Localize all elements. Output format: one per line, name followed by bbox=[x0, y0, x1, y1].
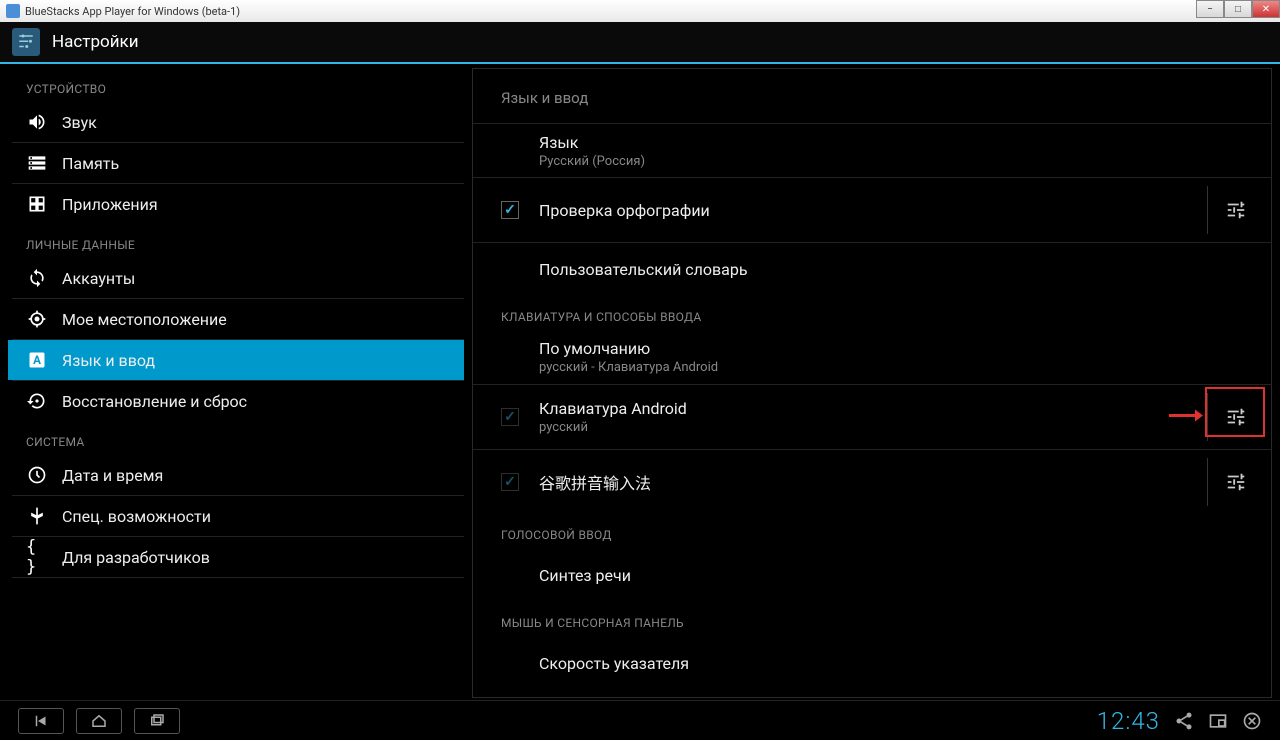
section-voice: ГОЛОСОВОЙ ВВОД bbox=[473, 514, 1271, 548]
sidebar-item-sound[interactable]: Звук bbox=[8, 102, 464, 142]
sidebar-item-accounts[interactable]: Аккаунты bbox=[8, 258, 464, 298]
category-system: СИСТЕМА bbox=[8, 421, 464, 455]
row-dictionary[interactable]: Пользовательский словарь bbox=[473, 242, 1271, 296]
maximize-button[interactable]: □ bbox=[1224, 0, 1252, 18]
row-pointer-speed[interactable]: Скорость указателя bbox=[473, 636, 1271, 690]
backup-icon bbox=[26, 390, 48, 412]
default-sub: русский - Клавиатура Android bbox=[539, 360, 1263, 375]
home-button[interactable] bbox=[76, 708, 122, 734]
sidebar-label: Спец. возможности bbox=[62, 507, 211, 526]
category-personal: ЛИЧНЫЕ ДАННЫЕ bbox=[8, 224, 464, 258]
default-title: По умолчанию bbox=[539, 339, 1263, 358]
android-kb-sub: русский bbox=[539, 420, 1207, 435]
row-spellcheck[interactable]: Проверка орфографии bbox=[473, 177, 1271, 242]
sidebar-item-location[interactable]: Мое местоположение bbox=[8, 299, 464, 339]
row-tts[interactable]: Синтез речи bbox=[473, 548, 1271, 602]
sidebar-label: Восстановление и сброс bbox=[62, 392, 247, 411]
sidebar-item-accessibility[interactable]: Спец. возможности bbox=[8, 496, 464, 536]
android-kb-checkbox bbox=[501, 408, 519, 426]
window-titlebar: BlueStacks App Player for Windows (beta-… bbox=[0, 0, 1280, 22]
apps-icon bbox=[26, 193, 48, 215]
spellcheck-title: Проверка орфографии bbox=[539, 201, 1207, 220]
braces-icon: { } bbox=[26, 546, 48, 568]
close-app-icon[interactable] bbox=[1242, 711, 1262, 731]
dictionary-title: Пользовательский словарь bbox=[539, 260, 1263, 279]
sidebar-item-datetime[interactable]: Дата и время bbox=[8, 455, 464, 495]
android-kb-title: Клавиатура Android bbox=[539, 399, 1207, 418]
row-android-keyboard[interactable]: Клавиатура Android русский bbox=[473, 384, 1271, 449]
spellcheck-settings-button[interactable] bbox=[1207, 186, 1263, 234]
fullscreen-icon[interactable] bbox=[1208, 711, 1228, 731]
sidebar-label: Для разработчиков bbox=[62, 548, 210, 567]
app-logo-icon bbox=[6, 4, 20, 18]
pinyin-checkbox bbox=[501, 473, 519, 491]
language-title: Язык bbox=[539, 133, 1263, 152]
section-keyboard: КЛАВИАТУРА И СПОСОБЫ ВВОДА bbox=[473, 296, 1271, 330]
page-title: Настройки bbox=[52, 32, 139, 52]
sidebar-item-developer[interactable]: { } Для разработчиков bbox=[8, 537, 464, 577]
sidebar: УСТРОЙСТВО Звук Память Приложения ЛИЧНЫЕ… bbox=[8, 68, 464, 698]
language-icon: A bbox=[26, 349, 48, 371]
android-kb-settings-button[interactable] bbox=[1207, 393, 1263, 441]
tts-title: Синтез речи bbox=[539, 566, 1263, 585]
sidebar-label: Звук bbox=[62, 113, 97, 132]
sidebar-item-backup[interactable]: Восстановление и сброс bbox=[8, 381, 464, 421]
navigation-bar: 12:43 bbox=[0, 700, 1280, 740]
section-mouse: МЫШЬ И СЕНСОРНАЯ ПАНЕЛЬ bbox=[473, 602, 1271, 636]
sidebar-item-apps[interactable]: Приложения bbox=[8, 184, 464, 224]
row-pinyin[interactable]: 谷歌拼音输入法 bbox=[473, 449, 1271, 514]
sound-icon bbox=[26, 111, 48, 133]
spellcheck-checkbox[interactable] bbox=[501, 201, 519, 219]
sidebar-label: Дата и время bbox=[62, 466, 163, 485]
pinyin-title: 谷歌拼音输入法 bbox=[539, 470, 1207, 494]
row-default[interactable]: По умолчанию русский - Клавиатура Androi… bbox=[473, 330, 1271, 384]
pinyin-settings-button[interactable] bbox=[1207, 458, 1263, 506]
share-icon[interactable] bbox=[1174, 711, 1194, 731]
app-header: Настройки bbox=[0, 22, 1280, 64]
close-button[interactable]: ✕ bbox=[1252, 0, 1280, 18]
settings-header-icon bbox=[12, 28, 40, 56]
main-header: Язык и ввод bbox=[473, 69, 1271, 123]
back-button[interactable] bbox=[18, 708, 64, 734]
window-title: BlueStacks App Player for Windows (beta-… bbox=[25, 5, 240, 18]
sidebar-label: Мое местоположение bbox=[62, 310, 227, 329]
sync-icon bbox=[26, 267, 48, 289]
location-icon bbox=[26, 308, 48, 330]
hand-icon bbox=[26, 505, 48, 527]
sidebar-item-language-input[interactable]: A Язык и ввод bbox=[8, 340, 464, 380]
sidebar-label: Язык и ввод bbox=[62, 351, 155, 370]
sidebar-item-memory[interactable]: Память bbox=[8, 143, 464, 183]
minimize-button[interactable]: − bbox=[1196, 0, 1224, 18]
pointer-title: Скорость указателя bbox=[539, 654, 1263, 673]
recent-apps-button[interactable] bbox=[134, 708, 180, 734]
category-device: УСТРОЙСТВО bbox=[8, 68, 464, 102]
sidebar-label: Приложения bbox=[62, 195, 158, 214]
svg-text:A: A bbox=[33, 353, 41, 367]
language-sub: Русский (Россия) bbox=[539, 154, 1263, 169]
annotation-arrow-icon bbox=[1169, 408, 1203, 427]
memory-icon bbox=[26, 152, 48, 174]
clock-icon bbox=[26, 464, 48, 486]
sidebar-label: Аккаунты bbox=[62, 269, 135, 288]
sidebar-label: Память bbox=[62, 154, 119, 173]
status-clock: 12:43 bbox=[1097, 707, 1160, 735]
row-language[interactable]: Язык Русский (Россия) bbox=[473, 123, 1271, 177]
main-panel: Язык и ввод Язык Русский (Россия) Провер… bbox=[472, 68, 1272, 698]
